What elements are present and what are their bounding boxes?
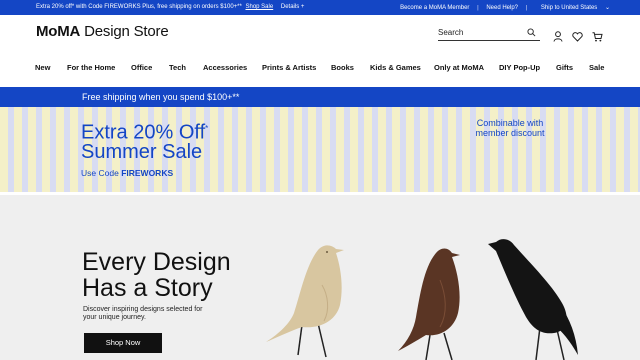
search-icon[interactable] [527,28,536,39]
promo-code-value: FIREWORKS [121,168,174,178]
cart-icon[interactable] [592,29,603,47]
free-shipping-banner[interactable]: Free shipping when you spend $100+** [0,87,640,107]
ship-to-label: Ship to United States [540,5,598,11]
nav-item-accessories[interactable]: Accessories [203,63,247,72]
nav-item-new[interactable]: New [35,63,50,72]
nav-item-books[interactable]: Books [331,63,354,72]
nav-item-sale[interactable]: Sale [589,63,604,72]
details-label: Details [280,4,300,10]
store-logo[interactable]: MoMA Design Store [36,23,169,40]
nav-item-tech[interactable]: Tech [169,63,186,72]
combinable-note: Combinable with member discount [460,118,560,138]
nav-item-for-the-home[interactable]: For the Home [67,63,115,72]
hero-image-eames-birds [266,239,578,360]
top-promo-bar: Extra 20% off* with Code FIREWORKS Plus,… [0,0,640,15]
combinable-line1: Combinable with [476,118,544,128]
hero-section: Every Design Has a Story Discover inspir… [0,195,640,360]
nav-item-gifts[interactable]: Gifts [556,63,573,72]
walnut-bird-image [398,248,460,360]
chevron-down-icon: ⌄ [604,5,610,11]
logo-rest: Design Store [84,23,169,40]
shop-sale-link[interactable]: Shop Sale [246,4,274,10]
ship-to-selector[interactable]: Ship to United States ⌄ [535,5,610,11]
hero-heading-line1: Every Design [82,248,231,276]
black-bird-image [488,239,578,360]
promo-text: Extra 20% off* with Code FIREWORKS Plus,… [36,4,242,10]
plus-icon: + [300,4,305,10]
search-input[interactable] [438,26,522,38]
need-help-link[interactable]: Need Help? [486,5,518,11]
divider: | [477,5,479,11]
free-shipping-text: Free shipping when you spend $100+** [82,92,240,102]
hero-heading-line2: Has a Story [82,274,213,302]
promo-message: Extra 20% off* with Code FIREWORKS Plus,… [36,4,304,10]
combinable-line2: member discount [475,128,545,138]
hero-subtext: Discover inspiring designs selected for … [83,306,203,321]
nav-item-office[interactable]: Office [131,63,152,72]
sale-title: Extra 20% Off* Summer Sale [81,119,251,162]
nav-item-diy-pop-up[interactable]: DIY Pop-Up [499,63,540,72]
heart-icon[interactable] [572,29,583,47]
promo-code-prefix: Use Code [81,168,119,178]
light-wood-bird-image [266,245,344,358]
sale-title-sup: * [205,124,209,133]
sale-banner[interactable]: Extra 20% Off* Summer Sale Use Code FIRE… [0,107,640,192]
user-icon[interactable] [553,29,563,47]
nav-item-kids-games[interactable]: Kids & Games [370,63,421,72]
search-box[interactable] [438,26,540,41]
logo-bold: MoMA [36,23,81,40]
details-link[interactable]: Details + [281,4,305,10]
divider: | [525,5,528,11]
utility-links: Become a MoMA Member | Need Help? | Ship… [394,4,610,11]
sale-title-line2: Summer Sale [81,140,203,163]
nav-item-only-at-moma[interactable]: Only at MoMA [434,63,484,72]
nav-item-prints-artists[interactable]: Prints & Artists [262,63,316,72]
shop-now-button[interactable]: Shop Now [84,333,162,353]
become-member-link[interactable]: Become a MoMA Member [400,5,469,11]
promo-code: Use Code FIREWORKS [81,168,173,178]
